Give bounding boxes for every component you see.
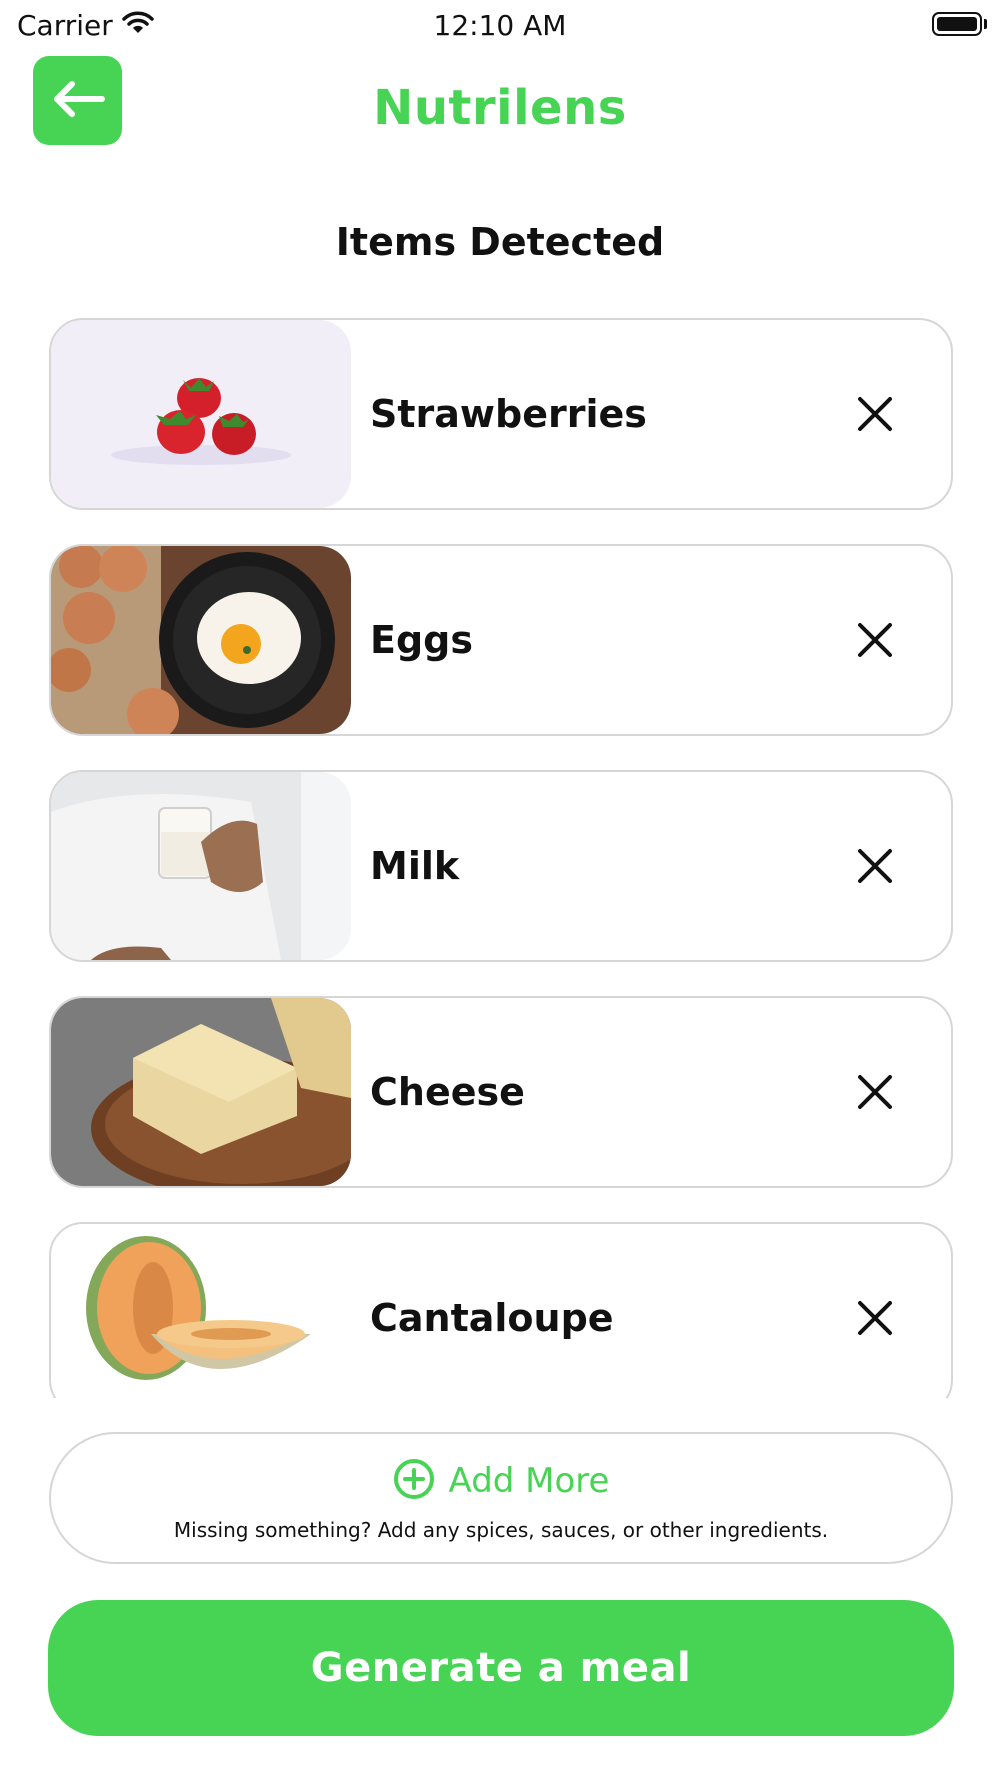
item-card-cantaloupe: Cantaloupe (49, 1222, 953, 1398)
generate-meal-button[interactable]: Generate a meal (48, 1600, 954, 1736)
battery-icon (932, 12, 982, 36)
item-card-strawberries: Strawberries (49, 318, 953, 510)
close-icon (853, 1301, 897, 1344)
remove-eggs-button[interactable] (853, 618, 897, 662)
status-bar: Carrier 12:10 AM (0, 0, 1000, 50)
item-label: Milk (370, 844, 460, 888)
close-icon (853, 849, 897, 892)
section-title: Items Detected (335, 220, 665, 264)
close-icon (853, 623, 897, 666)
strawberries-image (51, 320, 351, 508)
battery-cap (984, 19, 987, 29)
item-card-cheese: Cheese (49, 996, 953, 1188)
add-more-button[interactable]: Add More Missing something? Add any spic… (49, 1432, 953, 1564)
milk-image (51, 772, 351, 960)
add-more-hint: Missing something? Add any spices, sauce… (173, 1518, 829, 1542)
item-card-eggs: Eggs (49, 544, 953, 736)
add-more-label: Add More (448, 1461, 610, 1501)
cheese-image (51, 998, 351, 1186)
item-card-milk: Milk (49, 770, 953, 962)
add-more-row: Add More (51, 1458, 951, 1504)
remove-cheese-button[interactable] (853, 1070, 897, 1114)
remove-cantaloupe-button[interactable] (853, 1296, 897, 1340)
eggs-image (51, 546, 351, 734)
cantaloupe-image (51, 1224, 351, 1398)
item-label: Strawberries (370, 392, 647, 436)
plus-circle-icon (393, 1458, 435, 1504)
close-icon (853, 397, 897, 440)
remove-strawberries-button[interactable] (853, 392, 897, 436)
close-icon (853, 1075, 897, 1118)
clock: 12:10 AM (433, 9, 567, 42)
item-label: Cantaloupe (370, 1296, 614, 1340)
remove-milk-button[interactable] (853, 844, 897, 888)
items-list[interactable]: Strawberries Eggs Milk Cheese Cantaloupe (0, 318, 1000, 1398)
generate-meal-label: Generate a meal (310, 1645, 692, 1691)
item-label: Eggs (370, 618, 473, 662)
item-label: Cheese (370, 1070, 525, 1114)
app-title: Nutrilens (373, 80, 627, 136)
